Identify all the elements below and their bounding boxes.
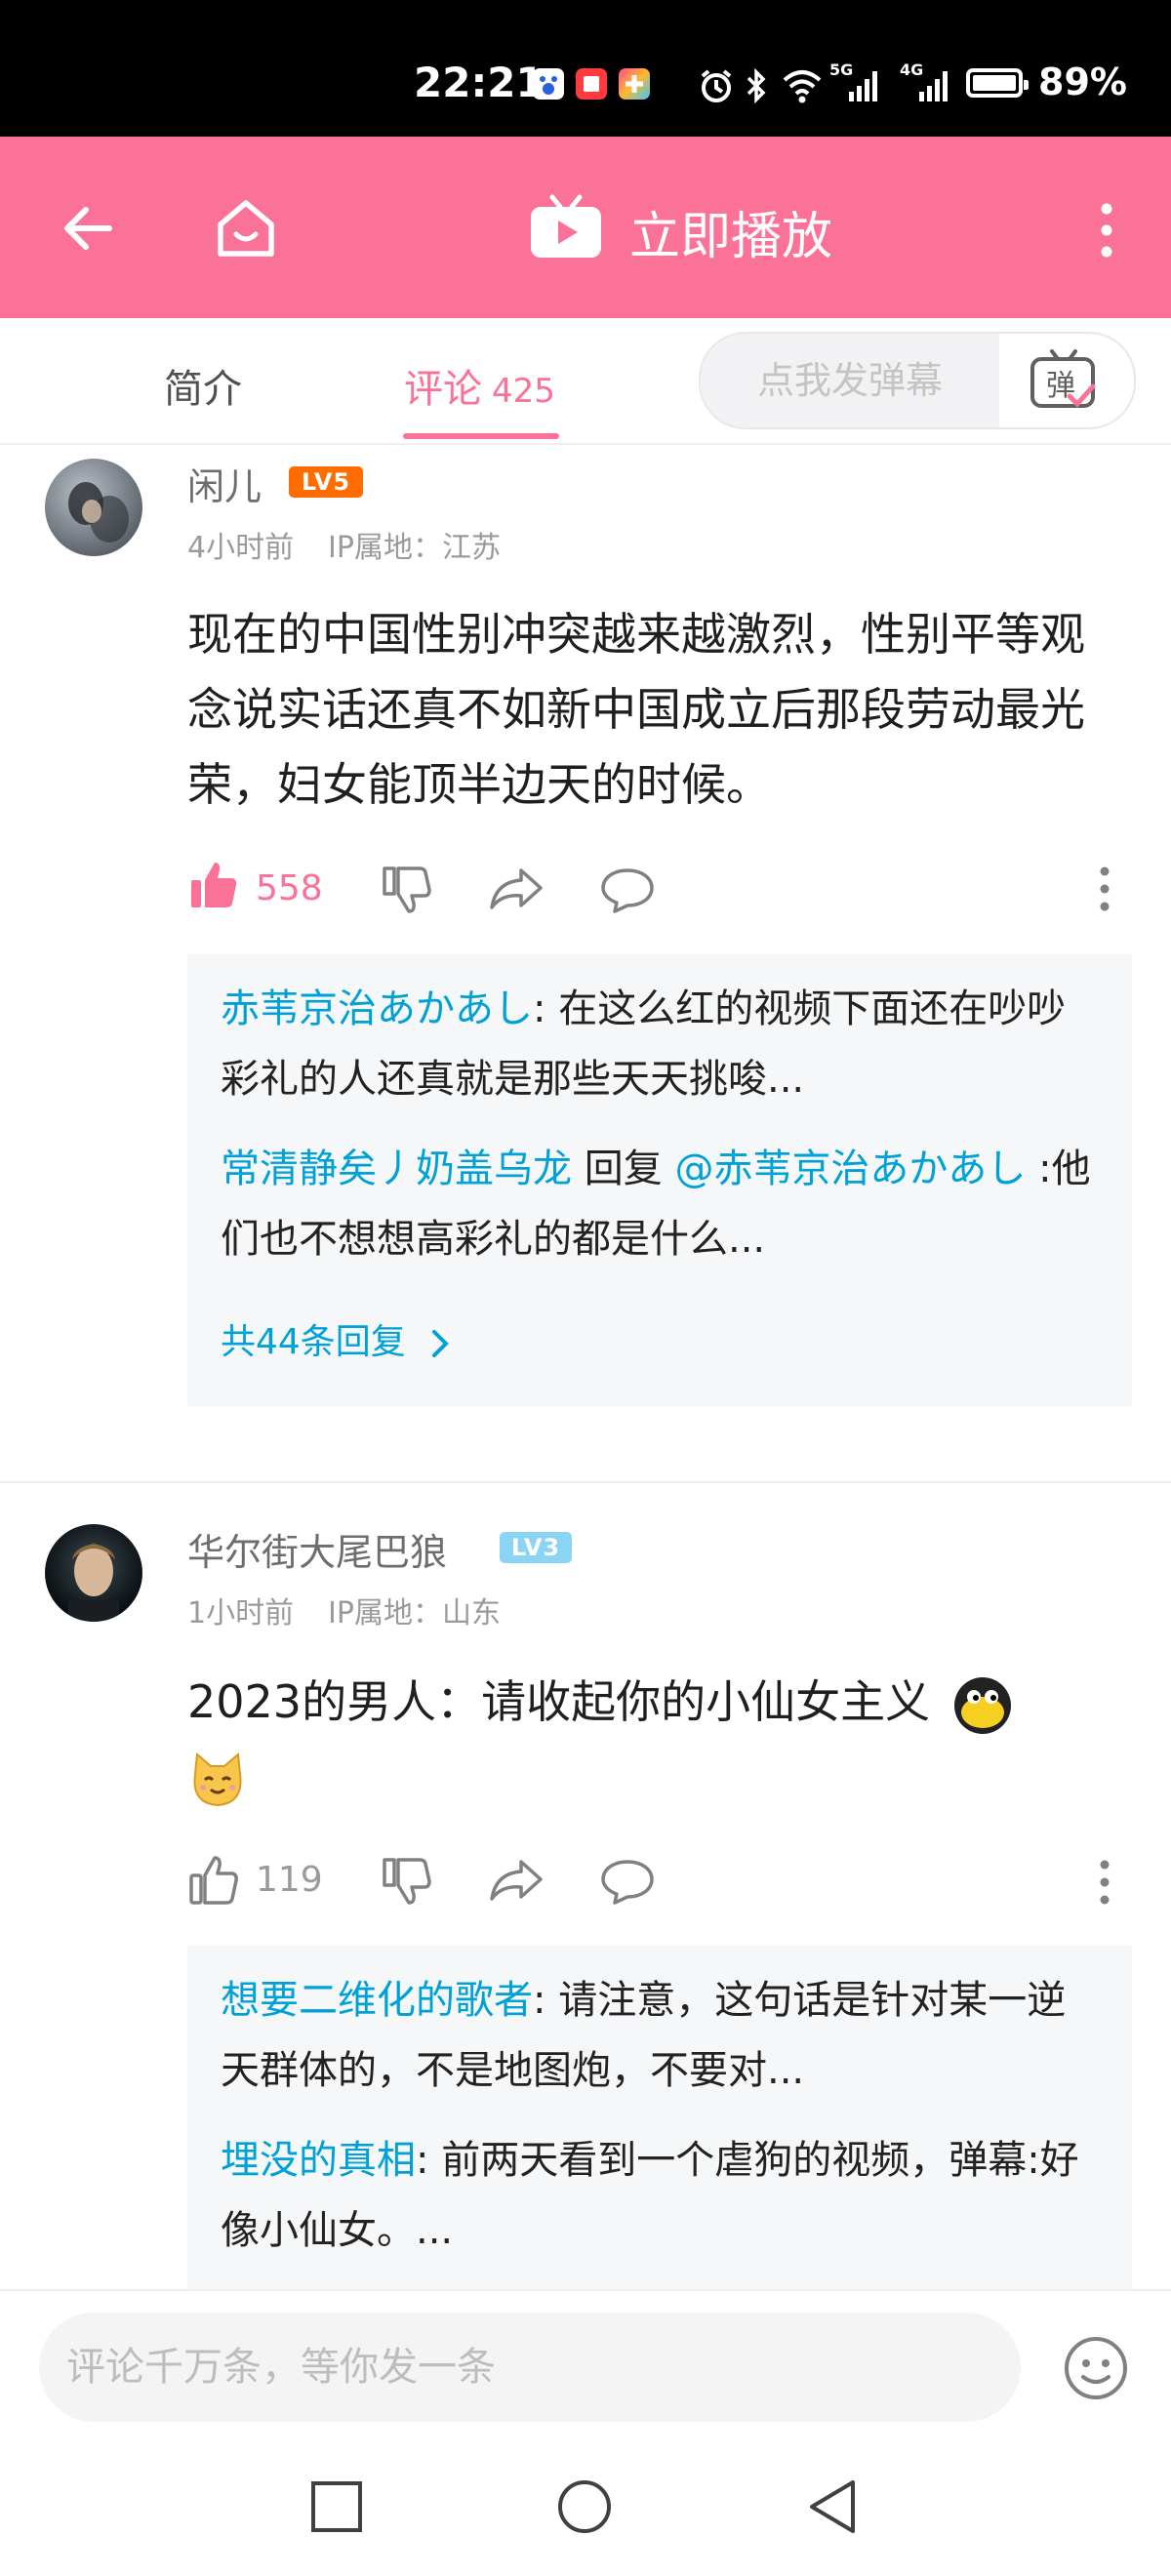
tab-bar: 简介 评论 425 点我发弹幕 弹 bbox=[0, 318, 1171, 445]
avatar[interactable] bbox=[45, 459, 142, 556]
home-circle-icon[interactable] bbox=[556, 2478, 613, 2535]
comment-username[interactable]: 闲儿 bbox=[187, 457, 262, 510]
more-replies-link[interactable]: 共44条回复 bbox=[221, 1313, 456, 1364]
emoji-icon[interactable] bbox=[1062, 2334, 1130, 2402]
reply-icon[interactable] bbox=[599, 865, 656, 915]
reply-item[interactable]: 埋没的真相: 前两天看到一个虐狗的视频，弹幕:好像小仙女。... bbox=[221, 2125, 1099, 2266]
more-vert-icon[interactable] bbox=[1093, 199, 1120, 262]
danmaku-tv-icon[interactable]: 弹 bbox=[1029, 347, 1099, 414]
share-icon[interactable] bbox=[488, 863, 545, 915]
comment-text: 2023的男人：请收起你的小仙女主义 bbox=[187, 1665, 1124, 1815]
reply-target[interactable]: @赤苇京治あかあし bbox=[674, 1147, 1026, 1191]
dislike-icon[interactable] bbox=[381, 1854, 433, 1907]
comment-text: 现在的中国性别冲突越来越激烈，性别平等观念说实话还真不如新中国成立后那段劳动最光… bbox=[187, 608, 1085, 811]
comment-time: 1小时前 bbox=[187, 1596, 295, 1630]
signal-4g-icon: 4G bbox=[900, 60, 952, 114]
like-count: 119 bbox=[256, 1860, 323, 1900]
baidu-app-icon bbox=[533, 68, 564, 100]
reply-word: 回复 bbox=[572, 1147, 675, 1191]
tab-intro[interactable]: 简介 bbox=[164, 357, 242, 414]
reply-preview-box[interactable]: 想要二维化的歌者: 请注意，这句话是针对某一逆天群体的，不是地图炮，不要对...… bbox=[187, 1946, 1132, 2289]
danmaku-icon-text: 弹 bbox=[1046, 369, 1075, 403]
reply-item[interactable]: 常清静矣丿奶盖乌龙 回复 @赤苇京治あかあし :他们也不想想高彩礼的都是什么..… bbox=[221, 1134, 1099, 1274]
reply-preview-box[interactable]: 赤苇京治あかあし: 在这么红的视频下面还在吵吵彩礼的人还真就是那些天天挑唆...… bbox=[187, 954, 1132, 1407]
comment-location: IP属地：江苏 bbox=[328, 531, 501, 565]
tv-play-icon[interactable] bbox=[527, 193, 605, 262]
comment-more-icon[interactable] bbox=[1095, 1858, 1114, 1907]
like-icon[interactable] bbox=[187, 859, 240, 911]
tab-comments-label: 评论 bbox=[404, 367, 482, 412]
comment-count: 425 bbox=[492, 372, 555, 411]
comment-input[interactable]: 评论千万条，等你发一条 bbox=[39, 2313, 1021, 2422]
reply-username[interactable]: 想要二维化的歌者 bbox=[221, 1978, 533, 2023]
tab-active-indicator bbox=[403, 433, 559, 439]
comment-username[interactable]: 华尔街大尾巴狼 bbox=[187, 1522, 447, 1576]
reply-username[interactable]: 埋没的真相 bbox=[221, 2138, 416, 2183]
status-time: 22:21 bbox=[414, 59, 545, 106]
tab-comments[interactable]: 评论 425 bbox=[404, 357, 555, 414]
like-count: 558 bbox=[256, 868, 323, 908]
bluetooth-icon bbox=[744, 66, 769, 114]
status-bar: 22:21 5G 4G 89% bbox=[0, 0, 1171, 137]
home-icon[interactable] bbox=[211, 193, 281, 263]
red-app-icon bbox=[576, 68, 607, 100]
danmaku-placeholder[interactable]: 点我发弹幕 bbox=[701, 334, 999, 427]
reply-username[interactable]: 赤苇京治あかあし bbox=[221, 986, 533, 1031]
back-triangle-icon[interactable] bbox=[806, 2478, 859, 2535]
comment-location: IP属地：山东 bbox=[328, 1596, 501, 1630]
signal-5g-icon: 5G bbox=[829, 60, 882, 114]
battery-percent: 89% bbox=[1038, 60, 1127, 103]
video-toolbar: 立即播放 bbox=[0, 137, 1171, 318]
alarm-icon bbox=[697, 66, 736, 114]
comment-time: 4小时前 bbox=[187, 531, 295, 565]
wifi-icon bbox=[781, 66, 824, 114]
colorful-app-icon bbox=[619, 68, 650, 100]
share-icon[interactable] bbox=[488, 1854, 545, 1907]
chevron-right-icon bbox=[432, 1330, 450, 1357]
comment-more-icon[interactable] bbox=[1095, 865, 1114, 913]
level-badge: LV3 bbox=[500, 1532, 572, 1563]
danmaku-entry[interactable]: 点我发弹幕 弹 bbox=[699, 332, 1136, 429]
avatar[interactable] bbox=[45, 1524, 142, 1622]
reply-username[interactable]: 常清静矣丿奶盖乌龙 bbox=[221, 1147, 572, 1191]
back-arrow-icon[interactable] bbox=[57, 197, 119, 260]
cat-emoji-icon bbox=[187, 1751, 248, 1811]
dislike-icon[interactable] bbox=[381, 863, 433, 915]
battery-icon bbox=[966, 68, 1029, 98]
reply-icon[interactable] bbox=[599, 1856, 656, 1907]
comment-input-bar: 评论千万条，等你发一条 bbox=[0, 2289, 1171, 2439]
recents-square-icon[interactable] bbox=[310, 2480, 363, 2533]
comment-divider bbox=[0, 1481, 1171, 1483]
play-now-label[interactable]: 立即播放 bbox=[629, 195, 832, 268]
like-icon[interactable] bbox=[187, 1854, 240, 1907]
reply-item[interactable]: 想要二维化的歌者: 请注意，这句话是针对某一逆天群体的，不是地图炮，不要对... bbox=[221, 1965, 1099, 2106]
system-nav-bar bbox=[0, 2437, 1171, 2576]
reply-item[interactable]: 赤苇京治あかあし: 在这么红的视频下面还在吵吵彩礼的人还真就是那些天天挑唆... bbox=[221, 974, 1099, 1114]
level-badge: LV5 bbox=[289, 466, 363, 498]
doge-emoji-icon bbox=[952, 1675, 1013, 1736]
